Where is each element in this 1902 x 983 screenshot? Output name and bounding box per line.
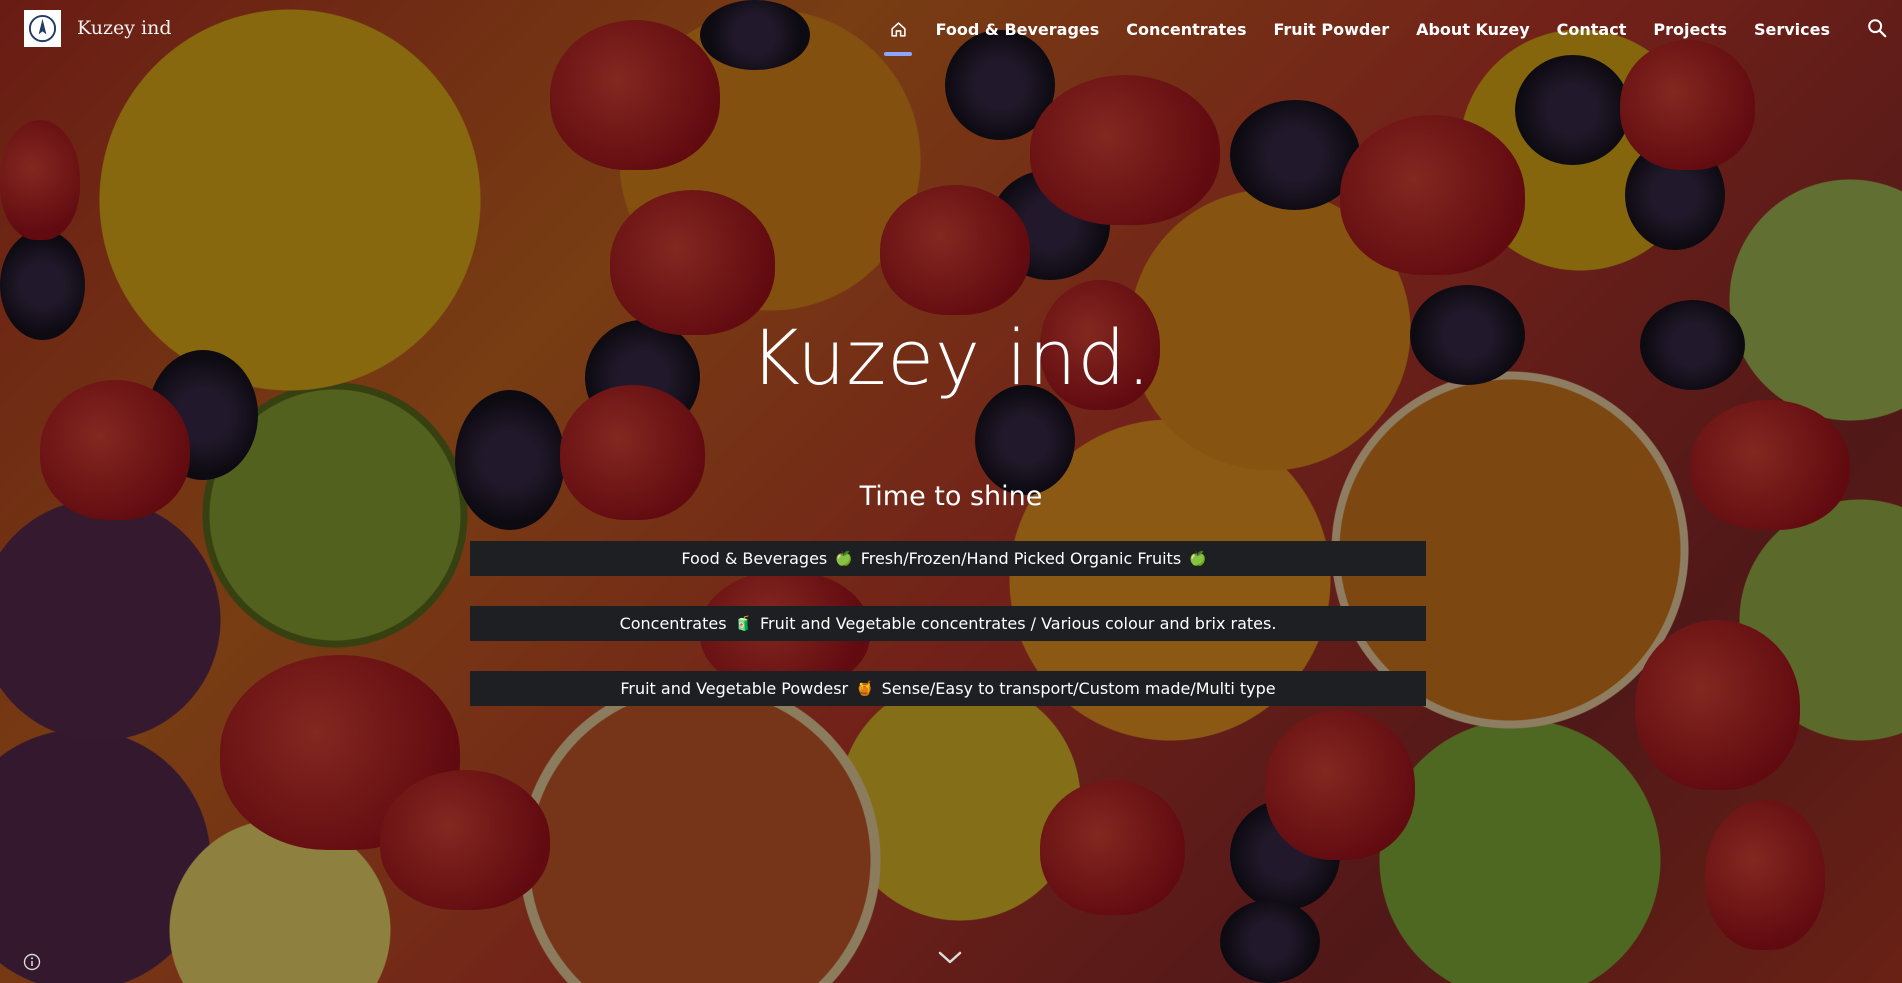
banner-text: Fresh/Frozen/Hand Picked Organic Fruits <box>860 549 1182 568</box>
nav-item-contact[interactable]: Contact <box>1557 20 1627 39</box>
juice-box-icon: 🧃 <box>734 615 752 632</box>
site-title[interactable]: Kuzey ind <box>77 17 172 39</box>
top-navigation-bar: Kuzey ind Food & Beverages Concentrates … <box>0 0 1902 58</box>
banner-text: Fruit and Vegetable concentrates / Vario… <box>760 614 1277 633</box>
site-logo[interactable] <box>24 10 61 47</box>
banner-food-beverages: Food & Beverages 🍏 Fresh/Frozen/Hand Pic… <box>470 541 1426 576</box>
banner-concentrates: Concentrates 🧃 Fruit and Vegetable conce… <box>470 606 1426 641</box>
info-icon[interactable] <box>23 953 41 971</box>
nav-item-concentrates[interactable]: Concentrates <box>1126 20 1246 39</box>
search-icon[interactable] <box>1866 17 1888 39</box>
main-nav: Food & Beverages Concentrates Fruit Powd… <box>883 0 1830 58</box>
honey-pot-icon: 🍯 <box>856 680 874 697</box>
hero-subtitle: Time to shine <box>859 481 1043 512</box>
chevron-down-icon[interactable] <box>936 948 964 968</box>
nav-item-projects[interactable]: Projects <box>1653 20 1727 39</box>
nav-item-fruit-powder[interactable]: Fruit Powder <box>1274 20 1390 39</box>
banner-lead: Food & Beverages <box>681 549 828 568</box>
nav-item-food-beverages[interactable]: Food & Beverages <box>936 20 1100 39</box>
home-icon <box>891 21 906 37</box>
nav-item-services[interactable]: Services <box>1754 20 1830 39</box>
nav-item-about-kuzey[interactable]: About Kuzey <box>1416 20 1530 39</box>
banner-fruit-powder: Fruit and Vegetable Powdesr 🍯 Sense/Easy… <box>470 671 1426 706</box>
banner-text: Sense/Easy to transport/Custom made/Mult… <box>881 679 1276 698</box>
banner-lead: Fruit and Vegetable Powdesr <box>620 679 849 698</box>
apple-icon: 🍏 <box>1189 550 1207 567</box>
apple-icon: 🍏 <box>835 550 853 567</box>
nav-item-home[interactable] <box>883 0 912 58</box>
hero-title: Kuzey ind. <box>750 313 1152 402</box>
compass-logo-icon <box>28 14 57 43</box>
banner-lead: Concentrates <box>619 614 727 633</box>
nav-active-indicator <box>883 52 912 56</box>
